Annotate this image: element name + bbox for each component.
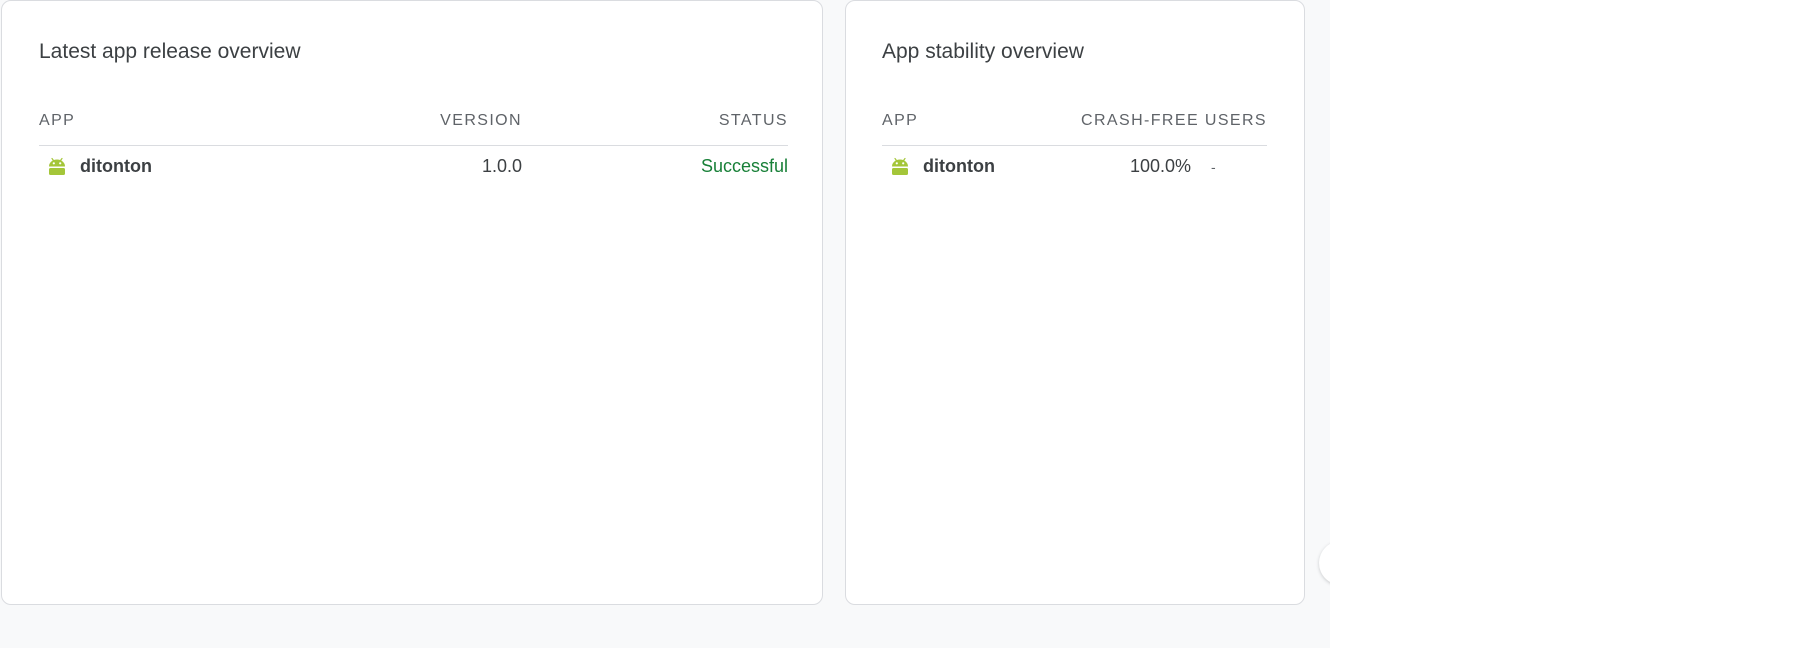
app-stability-card: App stability overview APP CRASH-FREE US… [845,0,1305,605]
release-app-cell[interactable]: ditonton [47,156,152,177]
android-icon [49,157,65,175]
stability-col-crash-free-users: CRASH-FREE USERS [1081,112,1267,129]
release-col-version: VERSION [440,112,522,129]
latest-release-card: Latest app release overview APP VERSION … [1,0,823,605]
stability-col-app: APP [882,112,919,129]
stability-app-cell[interactable]: ditonton [890,156,995,177]
stability-table-header: APP CRASH-FREE USERS [882,109,1267,146]
release-col-app: APP [39,112,76,129]
release-col-status: STATUS [718,112,788,129]
latest-release-title: Latest app release overview [39,40,301,63]
release-app-name: ditonton [80,156,152,176]
release-status-value: Successful [700,156,788,176]
release-version-value: 1.0.0 [481,156,522,176]
crash-free-users-value: 100.0% [1129,156,1191,176]
crash-free-trend-value: - [1211,159,1216,175]
release-table: APP VERSION STATUS ditonton 1.0.0 Succes… [39,109,788,188]
table-row[interactable]: ditonton 100.0% - [882,146,1267,188]
table-row[interactable]: ditonton 1.0.0 Successful [39,146,788,188]
app-stability-title: App stability overview [882,40,1084,63]
android-icon [892,157,908,175]
release-table-header: APP VERSION STATUS [39,109,788,146]
dashboard-content-area: Latest app release overview APP VERSION … [0,0,1363,648]
blank-side-panel [1330,0,1815,648]
stability-table: APP CRASH-FREE USERS ditonton 100.0% - [882,109,1267,188]
stability-app-name: ditonton [923,156,995,176]
